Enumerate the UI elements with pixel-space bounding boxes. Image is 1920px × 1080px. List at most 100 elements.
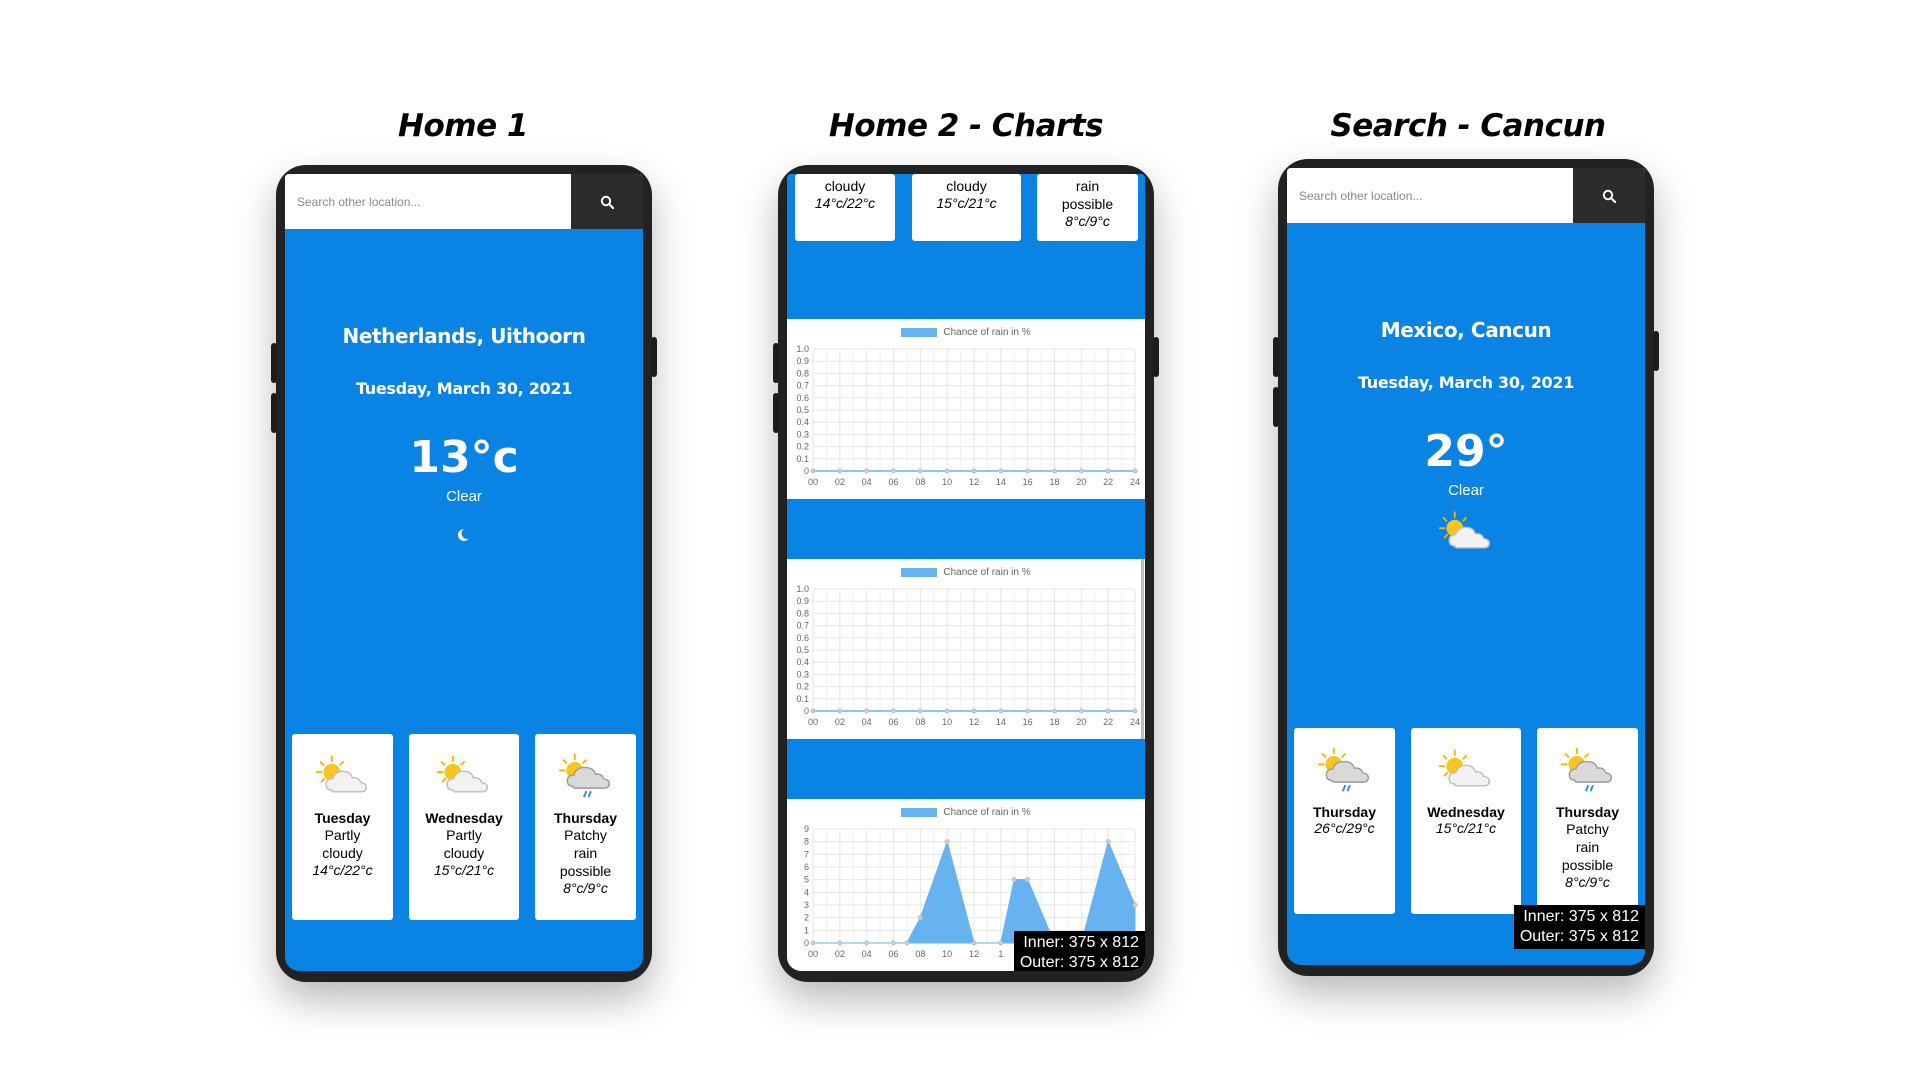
forecast-card[interactable]: Wednesday 15°c/21°c <box>1411 728 1521 914</box>
y-tick-label: 5 <box>804 875 809 885</box>
y-tick-label: 2 <box>804 913 809 923</box>
data-point <box>1052 468 1057 474</box>
data-point <box>864 940 870 946</box>
x-tick-label: 04 <box>862 717 872 727</box>
x-tick-label: 08 <box>915 717 925 727</box>
current-date: Tuesday, March 30, 2021 <box>1357 373 1575 392</box>
x-tick-label: 06 <box>888 717 898 727</box>
chart-plot: 1.0 0.9 0.8 0.7 0.6 0.5 0.4 0.3 0.2 0.1 000 02 04 06 0… <box>796 584 1140 727</box>
data-point <box>1052 708 1057 714</box>
tooltip-inner: Inner: 375 x 812 <box>1523 908 1639 925</box>
y-tick-label: 8 <box>804 837 809 847</box>
data-point <box>810 940 816 946</box>
data-point <box>837 708 843 714</box>
data-point <box>891 708 896 714</box>
screen-search: Mexico, Cancun Tuesday, March 30, 2021 2… <box>1287 168 1645 965</box>
partly-cloudy-icon <box>1438 748 1494 790</box>
forecast-card[interactable]: cloudy 15°c/21°c <box>912 174 1021 241</box>
forecast-card[interactable]: Thursday Patchy rain possible 8°c/9°c <box>1537 728 1638 914</box>
tooltip-outer: Outer: 375 x 812 <box>1519 928 1639 945</box>
x-tick-label: 18 <box>1049 717 1059 727</box>
forecast-range: 15°c/21°c <box>433 862 495 878</box>
current-condition: Clear <box>446 488 482 505</box>
viewport-size-tooltip: Inner: 375 x 812 Outer: 375 x 812 <box>1013 931 1145 971</box>
y-tick-label: 3 <box>804 900 809 910</box>
data-point <box>1011 877 1017 883</box>
partly-cloudy-icon <box>1438 510 1494 552</box>
forecast-card[interactable]: rain possible 8°c/9°c <box>1037 174 1138 241</box>
forecast-range: 8°c/9°c <box>1565 874 1610 890</box>
data-point <box>917 468 923 474</box>
y-tick-label: 0.6 <box>796 393 809 403</box>
search-bar <box>1287 168 1645 223</box>
forecast-desc: possible <box>1061 196 1114 212</box>
partly-cloudy-icon <box>436 754 492 796</box>
phone-home2: cloudy 14°c/22°c cloudy 15°c/21°c rain p… <box>773 165 1159 982</box>
search-icon <box>600 195 614 209</box>
x-tick-label: 10 <box>942 717 952 727</box>
y-tick-label: 0.8 <box>796 368 809 378</box>
data-point <box>891 468 896 474</box>
data-point <box>1132 468 1138 474</box>
forecast-desc: Patchy <box>564 827 607 843</box>
data-point <box>1105 708 1111 714</box>
y-tick-label: 0.3 <box>796 669 809 679</box>
partly-cloudy-icon <box>315 754 371 796</box>
data-point <box>1025 877 1031 883</box>
y-tick-label: 0.7 <box>796 621 809 631</box>
forecast-desc: possible <box>1561 857 1614 873</box>
search-button[interactable] <box>571 174 643 229</box>
scrollbar[interactable] <box>1141 559 1144 739</box>
phone-search: Mexico, Cancun Tuesday, March 30, 2021 2… <box>1273 159 1659 976</box>
forecast-card[interactable]: Tuesday Partly cloudy 14°c/22°c <box>292 734 393 920</box>
viewport-size-tooltip: Inner: 375 x 812 Outer: 375 x 812 <box>1513 905 1645 949</box>
x-tick-label: 22 <box>1103 717 1113 727</box>
search-icon <box>1602 189 1616 203</box>
data-point <box>1132 708 1138 714</box>
x-tick-label: 00 <box>808 717 818 727</box>
forecast-card[interactable]: cloudy 14°c/22°c <box>795 174 895 241</box>
search-input[interactable] <box>285 174 555 229</box>
y-tick-label: 0.9 <box>796 356 809 366</box>
forecast-range: 15°c/21°c <box>1435 820 1497 836</box>
x-tick-label: 02 <box>835 717 845 727</box>
forecast-day: Tuesday <box>314 810 371 826</box>
title-home1: Home 1 <box>398 108 528 144</box>
tooltip-outer: Outer: 375 x 812 <box>1019 954 1139 971</box>
y-tick-label: 0 <box>804 466 809 476</box>
forecast-range: 8°c/9°c <box>1065 213 1110 229</box>
data-point <box>891 940 896 946</box>
rain-chart-1: Chance of rain in % 1.0 0.9 0.8 0.7 0.6 0.5 0.… <box>787 319 1145 499</box>
patchy-rain-icon <box>1560 746 1616 794</box>
data-point <box>864 708 870 714</box>
data-point <box>917 708 923 714</box>
search-button[interactable] <box>1573 168 1645 223</box>
search-input[interactable] <box>1287 168 1557 223</box>
forecast-card[interactable]: Wednesday Partly cloudy 15°c/21°c <box>409 734 519 920</box>
forecast-desc: possible <box>559 863 612 879</box>
y-tick-label: 7 <box>804 849 809 859</box>
y-tick-label: 0.1 <box>796 454 809 464</box>
title-search: Search - Cancun <box>1330 108 1606 144</box>
screen-home1: Netherlands, Uithoorn Tuesday, March 30,… <box>285 174 643 971</box>
screen-home2: cloudy 14°c/22°c cloudy 15°c/21°c rain p… <box>787 174 1145 971</box>
y-tick-label: 0 <box>804 706 809 716</box>
x-tick-label: 00 <box>808 477 818 487</box>
x-tick-label: 08 <box>915 949 925 959</box>
x-tick-label: 08 <box>915 477 925 487</box>
data-point <box>864 468 870 474</box>
data-point <box>1105 468 1111 474</box>
forecast-desc: cloudy <box>946 178 987 194</box>
forecast-day: Wednesday <box>1427 804 1505 820</box>
forecast-desc: rain <box>1075 178 1100 194</box>
forecast-card[interactable]: Thursday Patchy rain possible 8°c/9°c <box>535 734 636 920</box>
y-tick-label: 0.2 <box>796 442 809 452</box>
data-point <box>944 468 950 474</box>
current-condition: Clear <box>1448 482 1484 499</box>
data-point <box>998 468 1004 474</box>
forecast-card[interactable]: Thursday 26°c/29°c <box>1294 728 1395 914</box>
location-name: Netherlands, Uithoorn <box>342 324 586 348</box>
y-tick-label: 6 <box>804 862 809 872</box>
forecast-desc: rain <box>573 845 598 861</box>
x-tick-label: 24 <box>1130 717 1140 727</box>
